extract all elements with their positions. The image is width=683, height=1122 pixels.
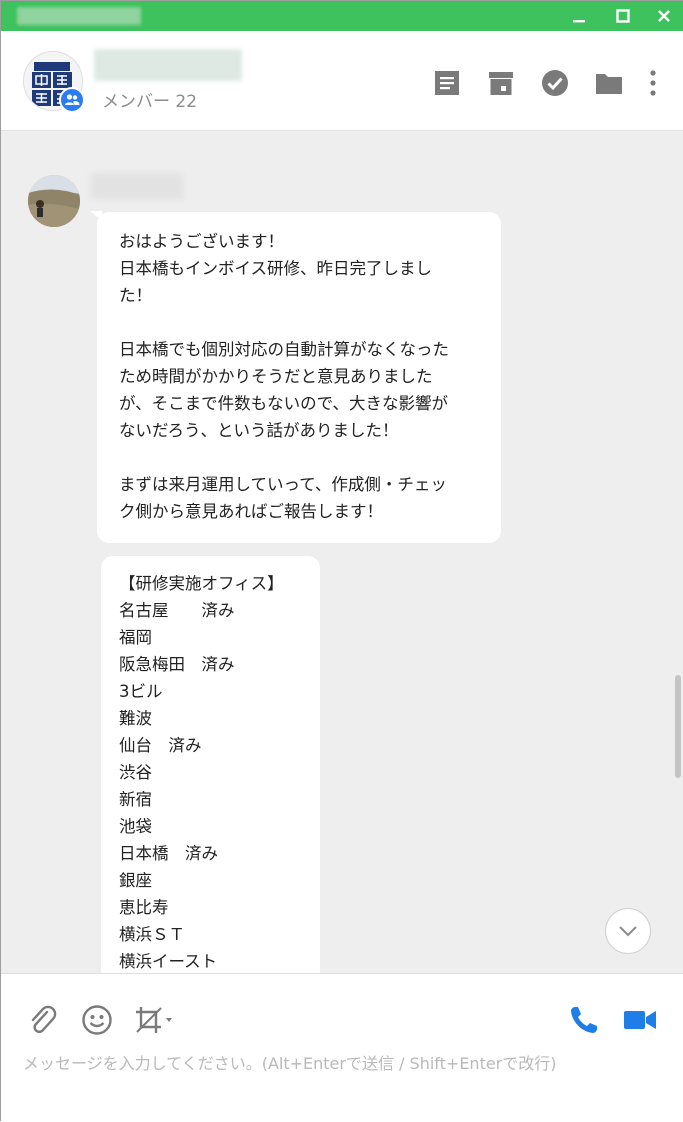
video-call-icon[interactable] [620,1002,660,1038]
maximize-icon[interactable] [603,1,643,31]
crop-capture-icon[interactable] [131,1002,177,1038]
archive-icon[interactable] [486,68,516,98]
folder-icon[interactable] [594,68,624,98]
group-members-badge-icon [59,87,85,113]
scroll-to-bottom-button[interactable] [605,908,651,954]
group-name-redacted [94,49,242,81]
phone-call-icon[interactable] [566,1002,602,1038]
message-bubble[interactable]: おはようございます！ 日本橋もインボイス研修、昨日完了しまし た！ 日本橋でも個… [97,212,501,543]
message-bubble[interactable]: 【研修実施オフィス】 名古屋 済み 福岡 阪急梅田 済み 3ビル 難波 仙台 済… [101,556,320,973]
message-input[interactable] [23,1046,663,1080]
close-icon[interactable] [644,1,683,31]
sender-name-redacted [91,173,183,199]
attach-clip-icon[interactable] [25,1002,61,1038]
sender-photo-image [28,175,80,227]
notes-icon[interactable] [432,68,462,98]
window-titlebar [1,1,683,31]
chevron-down-icon [619,926,637,937]
emoji-icon[interactable] [79,1002,115,1038]
task-check-icon[interactable] [540,68,570,98]
chat-header: メンバー 22 [1,31,683,131]
message-list[interactable]: おはようございます！ 日本橋もインボイス研修、昨日完了しまし た！ 日本橋でも個… [1,131,683,973]
more-vertical-icon[interactable] [638,68,668,98]
minimize-icon[interactable] [559,1,599,31]
chat-scrollbar[interactable] [675,675,681,778]
message-composer [1,973,683,1122]
window-title-redacted [17,7,141,25]
member-count[interactable]: メンバー 22 [102,87,197,112]
sender-avatar[interactable] [28,175,80,227]
